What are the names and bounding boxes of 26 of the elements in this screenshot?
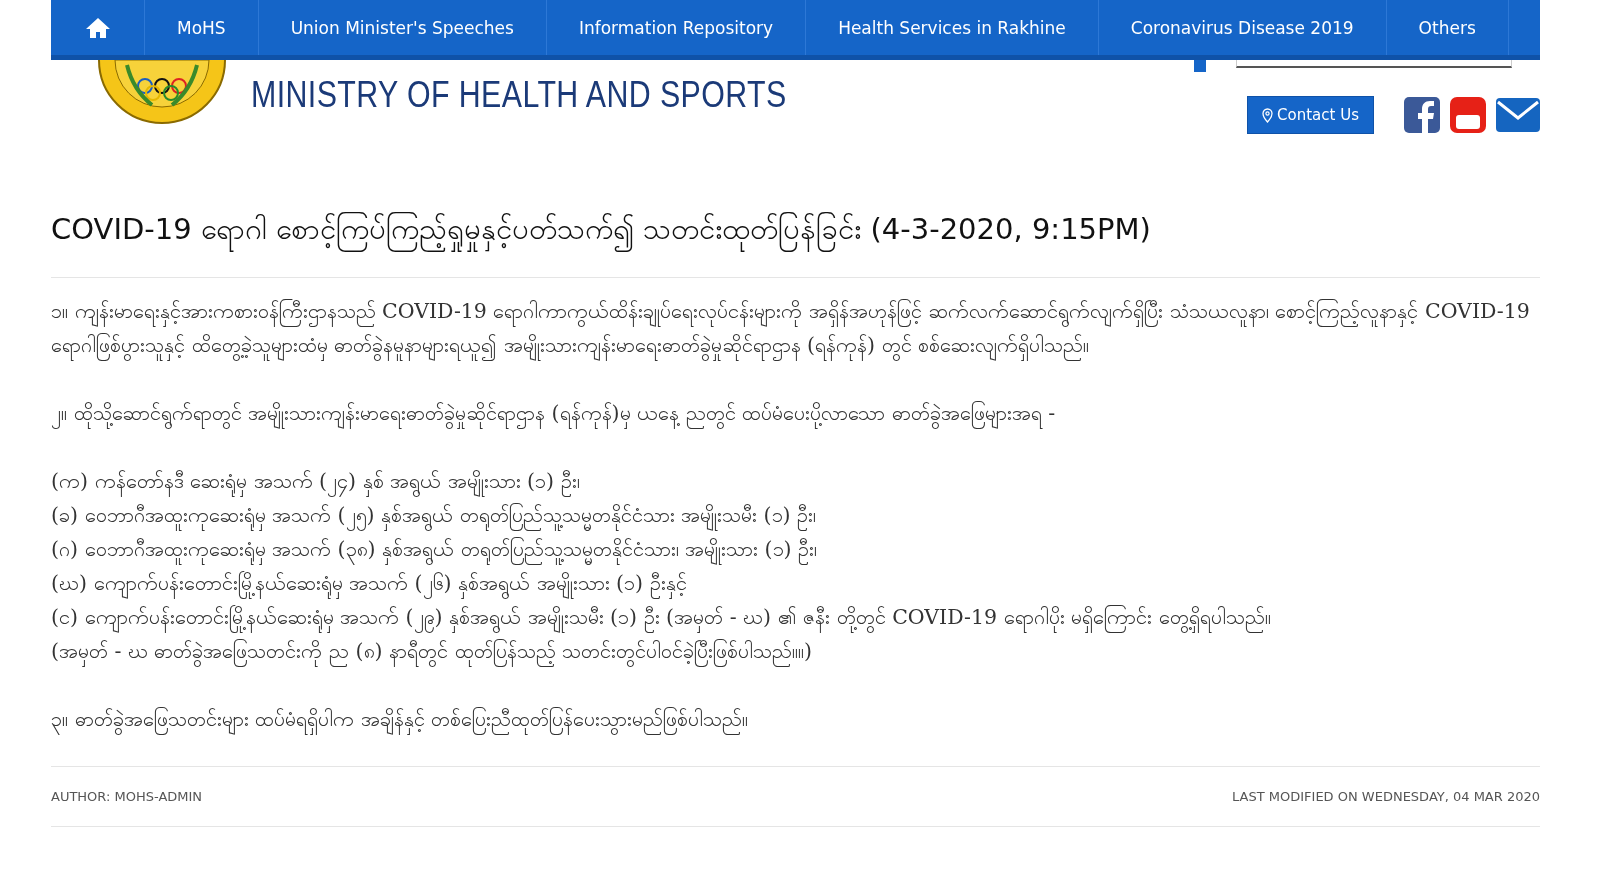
article-text: ၁။ ကျန်းမာရေးနှင့်အားကစားဝန်ကြီးဌာနသည် COVID-19 ရောဂါကာကွယ်ထိန်းချုပ်ရေးလုပ်ငန်းများကို အရှိန်အဟုန်ဖြင့် ဆက်လက်ဆောင်ရွက်လျက်ရှိပြီး သံသယလူနာ၊ စောင့်ကြည့်လူနာနှင့် COVID-19 ရောဂါဖြစ်ပွားသူနှင့် ထိတွေ့ခဲ့သူများထံမှ ဓာတ်ခွဲနမူနာများရယူ၍ အမျိုးသားကျန်းမာရေးဓာတ်ခွဲမှုဆိုင်ရာဌာန (ရန်ကုန်) တွင် စစ်ဆေးလျက်ရှိပါသည်။ [51, 294, 1540, 362]
youtube-icon[interactable] [1450, 97, 1486, 133]
nav-link[interactable]: MoHS [145, 0, 259, 55]
nav-link[interactable]: Others [1386, 0, 1509, 55]
search-field[interactable] [1236, 60, 1512, 68]
facebook-icon[interactable] [1404, 97, 1440, 133]
article-text: (က) ကန်တော်နဒီ ဆေးရုံမှ အသက် (၂၄) နှစ် အရွယ် အမျိုးသား (၁) ဦး၊ [51, 464, 1540, 498]
article-text: (င) ကျောက်ပန်းတောင်းမြို့နယ်ဆေးရုံမှ အသက် (၂၉) နှစ်အရွယ် အမျိုးသမီး (၁) ဦး (အမှတ် - ဃ) ၏ ဇနီး တို့တွင် COVID-19 ရောဂါပိုး မရှိကြောင်း တွေ့ရှိရပါသည်။ [51, 600, 1540, 634]
home-icon [84, 16, 111, 39]
nav-link[interactable]: Union Minister's Speeches [258, 0, 547, 55]
location-pin-icon [1262, 107, 1274, 123]
article-text: (ခ) ဝေဘာဂီအထူးကုဆေးရုံမှ အသက် (၂၅) နှစ်အရွယ် တရုတ်ပြည်သူ့သမ္မတနိုင်ငံသား အမျိုးသမီး (၁) ဦး၊ [51, 498, 1540, 532]
last-modified-label: LAST MODIFIED ON WEDNESDAY, 04 MAR 2020 [1232, 789, 1540, 804]
article-text: ၃။ ဓာတ်ခွဲအဖြေသတင်းများ ထပ်မံရရှိပါက အချိန်နှင့် တစ်ပြေးညီထုတ်ပြန်ပေးသွားမည်ဖြစ်ပါသည်။ [51, 702, 1540, 736]
article-title: COVID-19 ရောဂါ စောင့်ကြပ်ကြည့်ရှုမှုနှင့်ပတ်သက်၍ သတင်းထုတ်ပြန်ခြင်း (4-3-2020, 9:15PM) [51, 210, 1540, 278]
article-text: (အမှတ် - ဃ ဓာတ်ခွဲအဖြေသတင်းကို ည (၈) နာရီတွင် ထုတ်ပြန်သည့် သတင်းတွင်ပါဝင်ခဲ့ပြီးဖြစ်ပါသည်။။) [51, 634, 1540, 668]
mail-icon[interactable] [1496, 98, 1540, 132]
nav-link[interactable]: Health Services in Rakhine [806, 0, 1099, 55]
author-label: AUTHOR: MOHS-ADMIN [51, 789, 203, 804]
contact-button[interactable]: Contact Us [1247, 96, 1374, 134]
site-title: MINISTRY OF HEALTH AND SPORTS [251, 74, 787, 116]
nav-link[interactable]: Coronavirus Disease 2019 [1098, 0, 1387, 55]
nav-link[interactable]: Information Repository [546, 0, 807, 55]
article-text: (ဂ) ဝေဘာဂီအထူးကုဆေးရုံမှ အသက် (၃၈) နှစ်အရွယ် တရုတ်ပြည်သူ့သမ္မတနိုင်ငံသား၊ အမျိုးသား (၁) ဦး၊ [51, 532, 1540, 566]
article-text: ၂။ ထိုသို့ဆောင်ရွက်ရာတွင် အမျိုးသားကျန်းမာရေးဓာတ်ခွဲမှုဆိုင်ရာဌာန (ရန်ကုန်)မှ ယနေ့ ညတွင် ထပ်မံပေးပို့လာသော ဓာတ်ခွဲအဖြေများအရ - [51, 396, 1540, 430]
article-text: (ဃ) ကျောက်ပန်းတောင်းမြို့နယ်ဆေးရုံမှ အသက် (၂၆) နှစ်အရွယ် အမျိုးသား (၁) ဦးနှင့် [51, 566, 1540, 600]
